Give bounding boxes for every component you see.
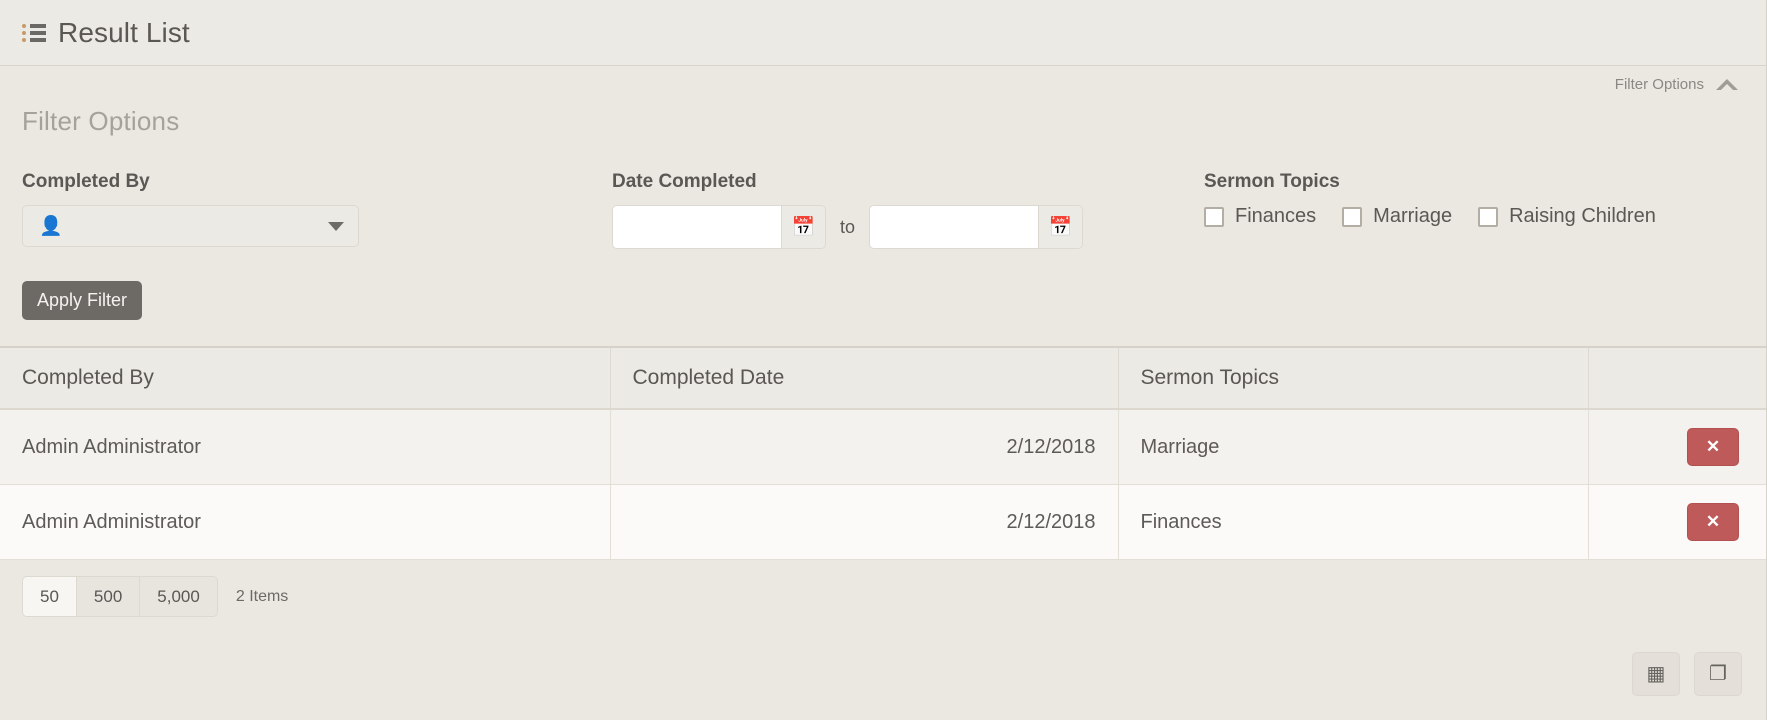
delete-row-button[interactable]: ✕ [1687,503,1739,541]
copy-button[interactable]: ❐ [1694,652,1742,696]
checkbox-label: Marriage [1373,205,1453,227]
excel-export-icon: ▦ [1646,663,1666,685]
calendar-icon: 📅 [791,216,816,238]
date-range-row: 📅 to 📅 [612,205,1204,249]
completed-by-person-picker[interactable]: 👤 [22,205,359,247]
page-size-500[interactable]: 500 [76,577,141,617]
cell-completed-date: 2/12/2018 [610,409,1119,485]
cell-completed-date: 2/12/2018 [610,484,1119,560]
page-title-text: Result List [58,16,190,48]
list-icon [22,23,46,43]
date-from-group: 📅 [612,205,826,249]
date-to-input[interactable] [870,206,1039,248]
panel-header: Result List [0,0,1766,66]
grid-footer: 50 500 5,000 2 Items [0,560,1766,618]
results-table: Completed By Completed Date Sermon Topic… [0,346,1766,560]
date-to-calendar-button[interactable]: 📅 [1038,206,1083,248]
checkbox-box-icon [1204,206,1224,227]
completed-by-label: Completed By [22,171,150,192]
filter-field-completed-by: Completed By 👤 [22,171,612,247]
results-table-head: Completed By Completed Date Sermon Topic… [0,347,1766,410]
results-table-body: Admin Administrator 2/12/2018 Marriage ✕… [0,409,1766,560]
filter-fields-row: Completed By 👤 Date Completed 📅 to 📅 Ser… [22,171,1744,249]
cell-sermon-topics: Finances [1118,484,1589,560]
delete-row-button[interactable]: ✕ [1687,428,1739,466]
page-title: Result List [22,17,190,49]
person-icon: 👤 [39,215,63,237]
filter-options-panel: Filter Options Completed By 👤 Date Compl… [0,106,1766,346]
page-size-50[interactable]: 50 [23,577,77,617]
checkbox-label: Finances [1235,205,1317,227]
apply-filter-row: Apply Filter [22,281,1744,346]
filter-options-legend: Filter Options [22,106,180,136]
filter-options-toggle-label: Filter Options [1614,76,1704,93]
filter-options-toggle[interactable]: Filter Options [1615,76,1738,93]
page-size-5000[interactable]: 5,000 [140,577,217,617]
checkbox-raising-children[interactable]: Raising Children [1478,205,1656,228]
date-from-input[interactable] [613,206,781,248]
cell-completed-by: Admin Administrator [0,409,611,485]
column-header-sermon-topics[interactable]: Sermon Topics [1118,347,1589,410]
checkbox-marriage[interactable]: Marriage [1342,205,1452,228]
chevron-up-icon [1716,79,1738,91]
checkbox-finances[interactable]: Finances [1204,205,1316,228]
apply-filter-button[interactable]: Apply Filter [22,281,143,320]
filter-field-date-completed: Date Completed 📅 to 📅 [612,171,1204,249]
table-row[interactable]: Admin Administrator 2/12/2018 Finances ✕ [0,484,1766,560]
table-row[interactable]: Admin Administrator 2/12/2018 Marriage ✕ [0,409,1766,485]
calendar-icon: 📅 [1048,216,1073,238]
item-count-label: 2 Items [235,587,289,605]
date-from-calendar-button[interactable]: 📅 [781,206,825,248]
cell-actions: ✕ [1588,409,1766,485]
table-header-row: Completed By Completed Date Sermon Topic… [0,347,1766,410]
filter-toggle-row: Filter Options [0,66,1766,106]
date-to-group: 📅 [869,205,1084,249]
column-header-completed-by[interactable]: Completed By [0,347,611,410]
page-size-selector: 50 500 5,000 [22,576,218,618]
checkbox-label: Raising Children [1509,205,1656,227]
cell-sermon-topics: Marriage [1118,409,1589,485]
result-list-panel: Result List Filter Options Filter Option… [0,0,1767,720]
date-completed-label: Date Completed [612,171,757,192]
column-header-completed-date[interactable]: Completed Date [610,347,1119,410]
cell-actions: ✕ [1588,484,1766,560]
checkbox-box-icon [1342,206,1363,227]
excel-export-button[interactable]: ▦ [1632,652,1680,696]
sermon-topics-checkbox-group: Finances Marriage Raising Children [1204,205,1744,228]
column-header-actions [1588,347,1766,410]
grid-action-buttons: ▦ ❐ [1632,652,1742,696]
checkbox-box-icon [1478,206,1499,227]
cell-completed-by: Admin Administrator [0,484,611,560]
sermon-topics-label: Sermon Topics [1204,171,1340,192]
caret-down-icon [328,221,344,231]
filter-field-sermon-topics: Sermon Topics Finances Marriage Raising … [1204,171,1744,228]
copy-icon: ❐ [1709,663,1727,685]
date-range-separator: to [840,216,856,237]
